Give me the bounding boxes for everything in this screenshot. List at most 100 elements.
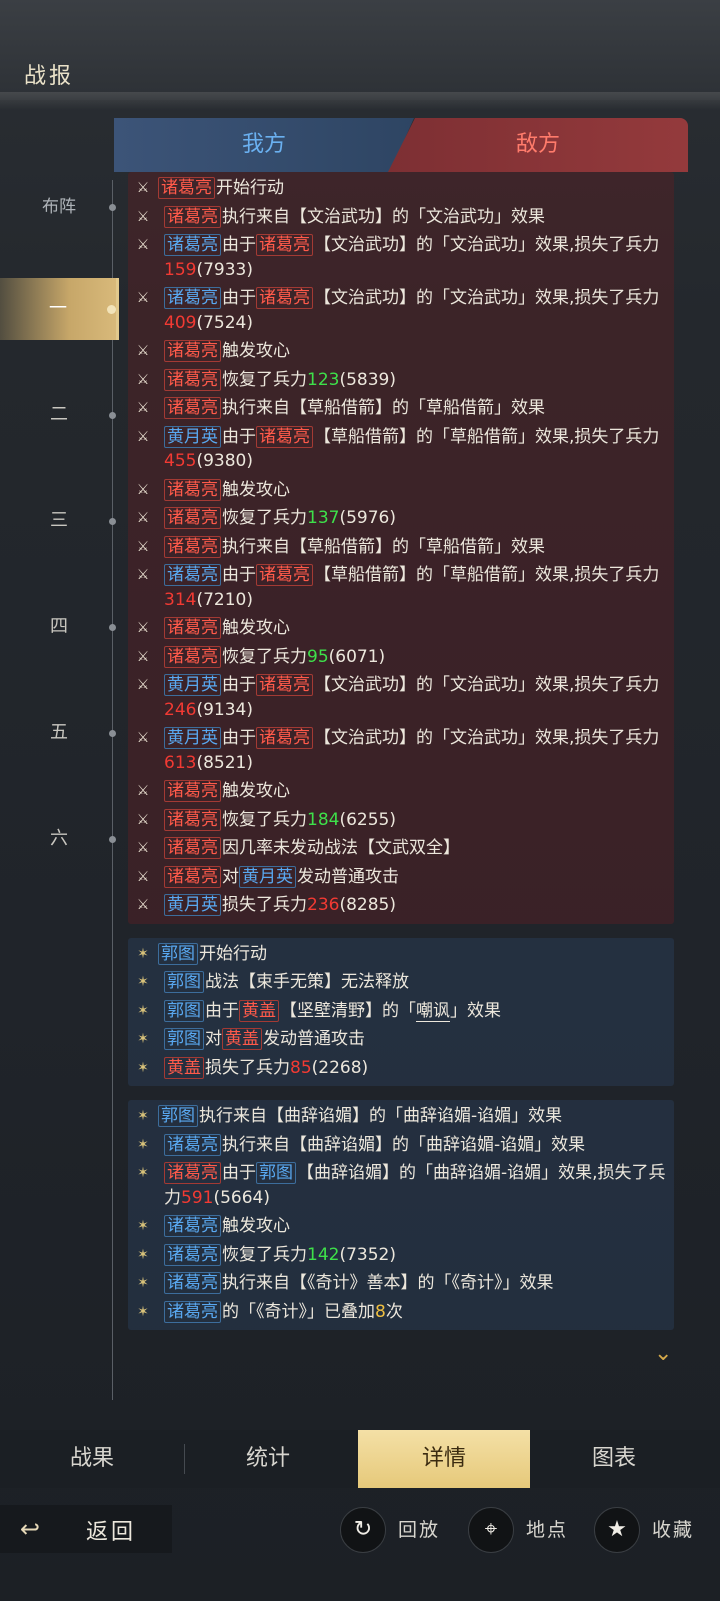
page-title: 战报 <box>24 64 75 89</box>
back-label: 返回 <box>86 1520 137 1545</box>
round-buzhen[interactable]: 布阵 <box>0 192 118 222</box>
general-name-tag[interactable]: 诸葛亮 <box>164 617 221 639</box>
replay-icon: ↻ <box>340 1507 386 1553</box>
tab-charts[interactable]: 图表 <box>530 1430 698 1488</box>
tab-our-side[interactable]: 我方 <box>114 118 414 172</box>
general-name-tag[interactable]: 黄月英 <box>164 894 221 916</box>
general-name-tag[interactable]: 黄月英 <box>164 727 221 749</box>
general-name-tag[interactable]: 诸葛亮 <box>164 564 221 586</box>
tab-statistics[interactable]: 统计 <box>186 1430 350 1488</box>
round-2[interactable]: 二 <box>0 400 118 430</box>
general-name-tag[interactable]: 黄月英 <box>239 865 296 888</box>
general-name-tag[interactable]: 诸葛亮 <box>256 564 313 586</box>
round-rail <box>112 180 113 1400</box>
general-name-tag[interactable]: 诸葛亮 <box>164 645 221 668</box>
general-name-tag[interactable]: 诸葛亮 <box>164 234 221 256</box>
general-name-tag[interactable]: 诸葛亮 <box>256 674 313 696</box>
round-5[interactable]: 五 <box>0 718 118 748</box>
value-number: 85 <box>290 1057 312 1078</box>
general-name-tag[interactable]: 黄盖 <box>222 1028 262 1050</box>
general-name-tag[interactable]: 诸葛亮 <box>158 177 215 199</box>
value-number: 184 <box>307 809 340 830</box>
log-line: ✶ 诸葛亮 恢复了兵力142(7352) <box>128 1241 674 1270</box>
chevron-down-icon[interactable]: ⌄ <box>654 1343 680 1365</box>
general-name-tag[interactable]: 郭图 <box>158 942 198 965</box>
general-name-tag[interactable]: 郭图 <box>256 1162 296 1184</box>
round-1[interactable]: 一 <box>0 278 119 340</box>
log-text: (9134) <box>196 699 253 720</box>
sword-icon: ✶ <box>137 945 149 962</box>
round-label: 五 <box>50 722 68 743</box>
general-name-tag[interactable]: 诸葛亮 <box>256 727 313 749</box>
general-name-tag[interactable]: 黄盖 <box>164 1056 204 1079</box>
general-name-tag[interactable]: 诸葛亮 <box>164 1243 221 1266</box>
log-line: ⚔ 黄月英 由于 诸葛亮 【文治武功】的「文治武功」效果,损失了兵力 246(9134) <box>128 671 674 724</box>
general-name-tag[interactable]: 诸葛亮 <box>164 808 221 831</box>
general-name-tag[interactable]: 诸葛亮 <box>164 397 221 419</box>
general-name-tag[interactable]: 诸葛亮 <box>164 535 221 558</box>
log-line: ✶ 诸葛亮 由于 郭图 【曲辞谄媚】的「曲辞谄媚-谄媚」效果,损失了兵力591(5664… <box>128 1159 674 1212</box>
general-name-tag[interactable]: 诸葛亮 <box>164 1300 221 1323</box>
crossed-swords-icon: ⚔ <box>136 371 150 388</box>
header-landscape <box>0 92 720 110</box>
general-name-tag[interactable]: 诸葛亮 <box>164 1162 221 1184</box>
log-line: ✶ 诸葛亮 执行来自【曲辞谄媚】的「曲辞谄媚-谄媚」效果 <box>128 1131 674 1160</box>
crossed-swords-icon: ⚔ <box>136 400 150 416</box>
log-line: ⚔ 诸葛亮 恢复了兵力95(6071) <box>128 643 674 672</box>
crossed-swords-icon: ⚔ <box>136 648 150 665</box>
general-name-tag[interactable]: 黄盖 <box>239 999 279 1022</box>
general-name-tag[interactable]: 黄月英 <box>164 674 221 696</box>
log-line: ⚔ 诸葛亮 触发攻心 <box>128 476 674 505</box>
general-name-tag[interactable]: 郭图 <box>164 999 204 1022</box>
log-line: ⚔ 黄月英 损失了兵力236(8285) <box>128 891 674 920</box>
general-name-tag[interactable]: 诸葛亮 <box>164 478 221 501</box>
log-text: 对 <box>205 1029 222 1049</box>
tab-battle-result[interactable]: 战果 <box>0 1430 184 1488</box>
general-name-tag[interactable]: 诸葛亮 <box>164 865 221 888</box>
general-name-tag[interactable]: 诸葛亮 <box>164 340 221 362</box>
log-text: 发动普通攻击 <box>297 866 399 887</box>
back-button[interactable]: ↩ 返回 <box>0 1505 172 1553</box>
log-line: ⚔ 诸葛亮 执行来自【草船借箭】的「草船借箭」效果 <box>128 394 674 423</box>
log-line: ⚔ 诸葛亮 恢复了兵力137(5976) <box>128 504 674 533</box>
crossed-swords-icon: ⚔ <box>136 868 150 885</box>
value-number: 137 <box>307 508 340 528</box>
log-text: (5976) <box>339 508 396 528</box>
effect-link[interactable]: 嘲讽 <box>416 1000 450 1022</box>
log-line: ⚔ 黄月英 由于 诸葛亮 【文治武功】的「文治武功」效果,损失了兵力 613(8521) <box>128 724 674 777</box>
general-name-tag[interactable]: 郭图 <box>158 1105 198 1127</box>
general-name-tag[interactable]: 诸葛亮 <box>164 507 221 529</box>
general-name-tag[interactable]: 诸葛亮 <box>256 287 313 309</box>
general-name-tag[interactable]: 诸葛亮 <box>164 780 221 802</box>
battle-log-list[interactable]: ⚔ 诸葛亮 开始行动 ⚔ 诸葛亮 执行来自【文治武功】的「文治武功」效果 ⚔ 诸葛亮 由于 诸葛亮… <box>128 172 674 1380</box>
log-line: ⚔ 诸葛亮 恢复了兵力184(6255) <box>128 806 674 835</box>
general-name-tag[interactable]: 诸葛亮 <box>256 234 313 256</box>
general-name-tag[interactable]: 诸葛亮 <box>164 368 221 391</box>
general-name-tag[interactable]: 诸葛亮 <box>164 1272 221 1294</box>
general-name-tag[interactable]: 郭图 <box>164 1028 204 1050</box>
round-4[interactable]: 四 <box>0 612 118 642</box>
general-name-tag[interactable]: 郭图 <box>164 971 204 993</box>
general-name-tag[interactable]: 黄月英 <box>164 425 221 448</box>
log-text: 触发攻心 <box>222 479 290 500</box>
log-line: ✶ 郭图对黄盖 发动普通攻击 <box>128 1025 674 1054</box>
log-text: 执行来自【曲辞谄媚】的「曲辞谄媚-谄媚」效果 <box>199 1106 563 1126</box>
general-name-tag[interactable]: 诸葛亮 <box>164 1133 221 1156</box>
value-number: 142 <box>307 1244 340 1265</box>
log-line: ✶ 郭图 由于 黄盖 【坚壁清野】的「嘲讽」效果 <box>128 997 674 1026</box>
tab-enemy-side[interactable]: 敌方 <box>388 118 688 172</box>
round-6[interactable]: 六 <box>0 824 118 854</box>
general-name-tag[interactable]: 诸葛亮 <box>164 205 221 228</box>
log-line: ⚔ 诸葛亮 触发攻心 <box>128 337 674 366</box>
log-line: ⚔ 诸葛亮 因几率未发动战法【文武双全】 <box>128 834 674 863</box>
general-name-tag[interactable]: 诸葛亮 <box>164 837 221 859</box>
favorite-label: 收藏 <box>652 1519 695 1541</box>
replay-label: 回放 <box>398 1519 441 1541</box>
general-name-tag[interactable]: 诸葛亮 <box>164 1215 221 1237</box>
general-name-tag[interactable]: 诸葛亮 <box>164 287 221 309</box>
tab-details[interactable]: 详情 <box>358 1430 530 1488</box>
log-text: 对 <box>222 866 239 887</box>
crossed-swords-icon: ⚔ <box>136 897 150 913</box>
general-name-tag[interactable]: 诸葛亮 <box>256 425 313 448</box>
round-3[interactable]: 三 <box>0 506 118 536</box>
